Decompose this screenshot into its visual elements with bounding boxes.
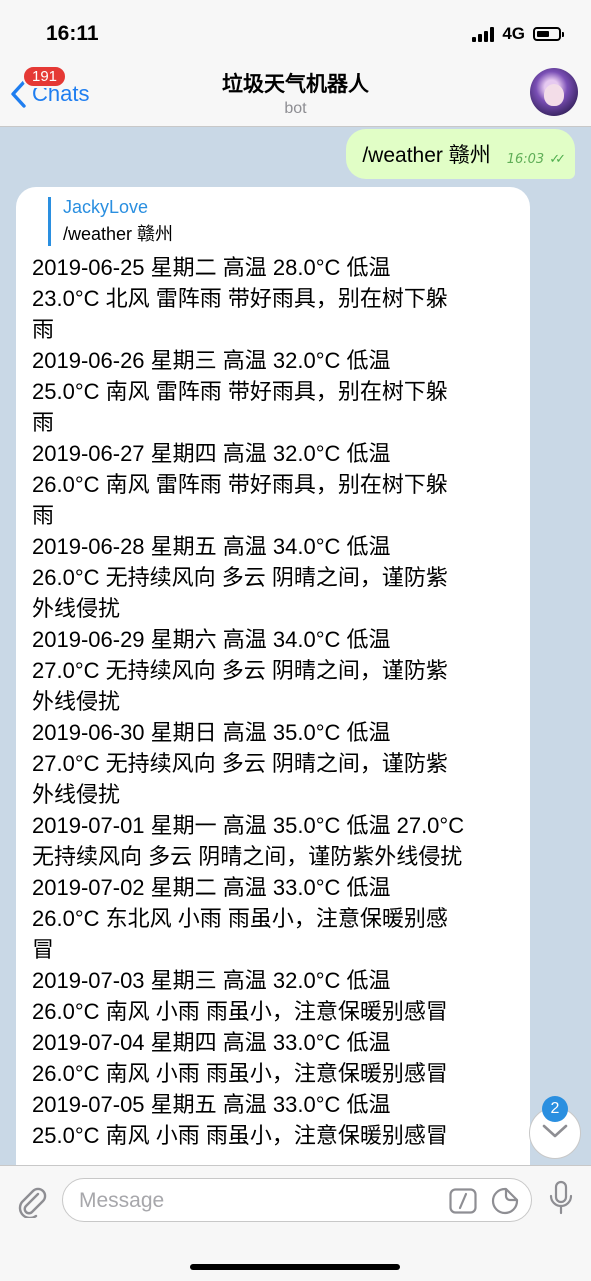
message-line: 26.0°C 南风 小雨 雨虽小，注意保暖别感冒 xyxy=(32,1061,448,1086)
chat-title: 垃圾天气机器人 xyxy=(222,72,369,96)
scroll-unread-badge: 2 xyxy=(542,1096,568,1122)
chat-header: Chats 191 垃圾天气机器人 bot xyxy=(0,62,591,127)
chat-title-block[interactable]: 垃圾天气机器人 bot xyxy=(0,68,591,118)
message-line: 26.0°C 南风 雷阵雨 带好雨具，别在树下躲 xyxy=(32,472,448,497)
message-line: 2019-07-01 星期一 高温 35.0°C 低温 27.0°C xyxy=(32,813,465,838)
message-line: 27.0°C 无持续风向 多云 阴晴之间，谨防紫 xyxy=(32,658,448,683)
message-line: 25.0°C 南风 小雨 雨虽小，注意保暖别感冒 xyxy=(32,1123,448,1148)
message-line: 27.0°C 无持续风向 多云 阴晴之间，谨防紫 xyxy=(32,751,448,776)
reply-author: JackyLove xyxy=(63,197,149,217)
message-line: 雨 xyxy=(32,317,55,342)
message-line: 2019-07-05 星期五 高温 33.0°C 低温 xyxy=(32,1092,391,1117)
sticker-icon[interactable] xyxy=(491,1187,519,1219)
message-line: 雨 xyxy=(32,503,55,528)
slash-command-icon[interactable] xyxy=(449,1188,477,1218)
message-list[interactable]: /weather 赣州 16:03 ✓✓ JackyLove /weather … xyxy=(0,127,591,1165)
paperclip-icon[interactable] xyxy=(14,1184,48,1222)
incoming-message[interactable]: JackyLove /weather 赣州 2019-06-25 星期二 高温 … xyxy=(16,187,530,1165)
message-line: 雨 xyxy=(32,410,55,435)
reply-text: /weather 赣州 xyxy=(63,224,174,244)
reply-quote[interactable]: JackyLove /weather 赣州 xyxy=(48,197,530,246)
double-check-icon: ✓✓ xyxy=(549,151,566,167)
message-line: 26.0°C 东北风 小雨 雨虽小，注意保暖别感 xyxy=(32,906,448,931)
outgoing-message-text: /weather 赣州 xyxy=(362,144,491,167)
message-line: 26.0°C 无持续风向 多云 阴晴之间，谨防紫 xyxy=(32,565,448,590)
avatar[interactable] xyxy=(530,68,578,116)
message-meta: 16:03 ✓✓ xyxy=(506,151,566,167)
status-time: 16:11 xyxy=(46,22,99,45)
message-line: 2019-06-26 星期三 高温 32.0°C 低温 xyxy=(32,348,391,373)
message-line: 2019-07-03 星期三 高温 32.0°C 低温 xyxy=(32,968,391,993)
status-indicators: 4G xyxy=(472,24,564,44)
chat-subtitle: bot xyxy=(284,100,307,117)
signal-icon xyxy=(472,26,495,42)
outgoing-message[interactable]: /weather 赣州 16:03 ✓✓ xyxy=(346,129,575,179)
input-bar: Message xyxy=(0,1165,591,1281)
microphone-icon[interactable] xyxy=(548,1180,574,1220)
home-indicator xyxy=(190,1264,400,1270)
message-line: 无持续风向 多云 阴晴之间，谨防紫外线侵扰 xyxy=(32,844,463,869)
message-line: 外线侵扰 xyxy=(32,782,121,807)
message-line: 26.0°C 南风 小雨 雨虽小，注意保暖别感冒 xyxy=(32,999,448,1024)
message-body: 2019-06-25 星期二 高温 28.0°C 低温 23.0°C 北风 雷阵… xyxy=(32,252,530,1151)
message-placeholder: Message xyxy=(79,1189,165,1212)
message-line: 23.0°C 北风 雷阵雨 带好雨具，别在树下躲 xyxy=(32,286,448,311)
battery-icon xyxy=(533,27,564,41)
chevron-down-icon xyxy=(542,1123,568,1143)
message-line: 2019-06-30 星期日 高温 35.0°C 低温 xyxy=(32,720,391,745)
message-line: 2019-06-25 星期二 高温 28.0°C 低温 xyxy=(32,255,391,280)
message-input[interactable]: Message xyxy=(62,1178,532,1222)
message-line: 2019-06-28 星期五 高温 34.0°C 低温 xyxy=(32,534,391,559)
message-line: 2019-07-02 星期二 高温 33.0°C 低温 xyxy=(32,875,391,900)
message-line: 冒 xyxy=(32,937,55,962)
message-line: 外线侵扰 xyxy=(32,596,121,621)
message-line: 2019-06-27 星期四 高温 32.0°C 低温 xyxy=(32,441,391,466)
message-time: 16:03 xyxy=(506,151,545,167)
message-line: 25.0°C 南风 雷阵雨 带好雨具，别在树下躲 xyxy=(32,379,448,404)
message-line: 2019-06-29 星期六 高温 34.0°C 低温 xyxy=(32,627,391,652)
message-line: 外线侵扰 xyxy=(32,689,121,714)
network-type: 4G xyxy=(502,24,525,43)
message-line: 2019-07-04 星期四 高温 33.0°C 低温 xyxy=(32,1030,391,1055)
status-bar: 16:11 4G xyxy=(0,0,591,62)
